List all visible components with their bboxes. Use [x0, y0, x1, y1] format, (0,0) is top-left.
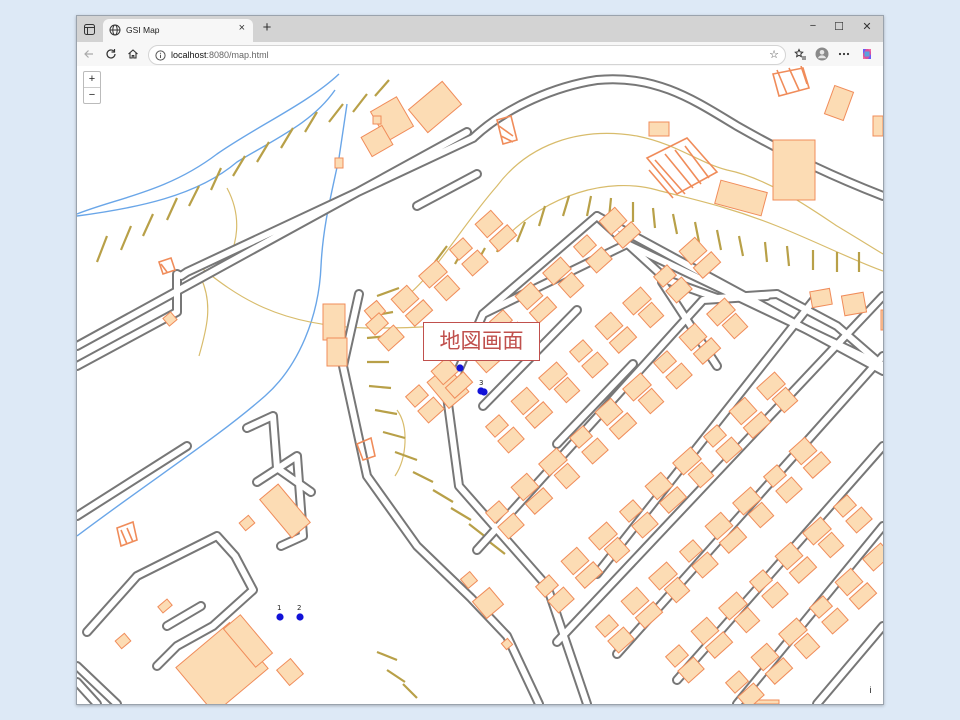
marker-point[interactable]: [456, 364, 464, 372]
reload-icon[interactable]: [102, 45, 120, 63]
marker-label: 2: [297, 604, 301, 612]
attribution-info-button[interactable]: i: [865, 684, 876, 697]
back-arrow-icon[interactable]: [80, 45, 98, 63]
marker-point[interactable]: [276, 613, 284, 621]
tab-actions-icon[interactable]: [81, 21, 97, 37]
browser-window: GSI Map × + − ☐ ✕ localhost:8080/map.htm…: [76, 15, 884, 705]
marker-label: 3: [479, 379, 483, 387]
tab-gsi-map[interactable]: GSI Map ×: [103, 19, 253, 42]
marker-point[interactable]: [296, 613, 304, 621]
house-footprint: [448, 237, 474, 261]
favorites-icon[interactable]: [791, 45, 809, 63]
zoom-out-button[interactable]: −: [84, 88, 100, 103]
url-path: :8080/map.html: [206, 50, 269, 60]
tab-title: GSI Map: [126, 25, 160, 35]
zoom-in-button[interactable]: +: [84, 72, 100, 88]
copilot-icon[interactable]: [858, 45, 876, 63]
browser-toolbar: localhost:8080/map.html ☆: [77, 42, 883, 67]
house-footprint: [594, 614, 620, 638]
house-footprint: [484, 414, 510, 438]
map-canvas[interactable]: 1 2 3: [77, 66, 883, 704]
house-footprint: [404, 384, 430, 408]
tab-strip: GSI Map × + − ☐ ✕: [77, 16, 883, 42]
marker-label: 1: [277, 604, 281, 612]
house-footprint: [568, 339, 594, 363]
new-tab-button[interactable]: +: [259, 19, 275, 36]
profile-avatar-icon[interactable]: [813, 45, 831, 63]
map-screen-callout: 地図画面: [423, 322, 540, 361]
home-icon[interactable]: [124, 45, 142, 63]
residential-buildings: [364, 206, 883, 704]
close-window-button[interactable]: ✕: [857, 20, 877, 33]
globe-icon: [109, 24, 121, 36]
marker-point[interactable]: [480, 388, 488, 396]
address-bar[interactable]: localhost:8080/map.html ☆: [148, 45, 786, 65]
map-view[interactable]: 1 2 3 + − i 地図画面: [77, 66, 883, 704]
waterways: [77, 73, 348, 537]
minimize-button[interactable]: −: [803, 20, 823, 32]
tab-close-icon[interactable]: ×: [239, 22, 245, 34]
zoom-control: + −: [83, 71, 101, 104]
more-options-icon[interactable]: [835, 45, 853, 63]
url-host: localhost: [171, 50, 207, 60]
maximize-button[interactable]: ☐: [829, 20, 849, 33]
url-text: localhost:8080/map.html: [171, 46, 269, 64]
favorite-star-icon[interactable]: ☆: [769, 46, 779, 64]
site-info-icon[interactable]: [155, 49, 166, 67]
